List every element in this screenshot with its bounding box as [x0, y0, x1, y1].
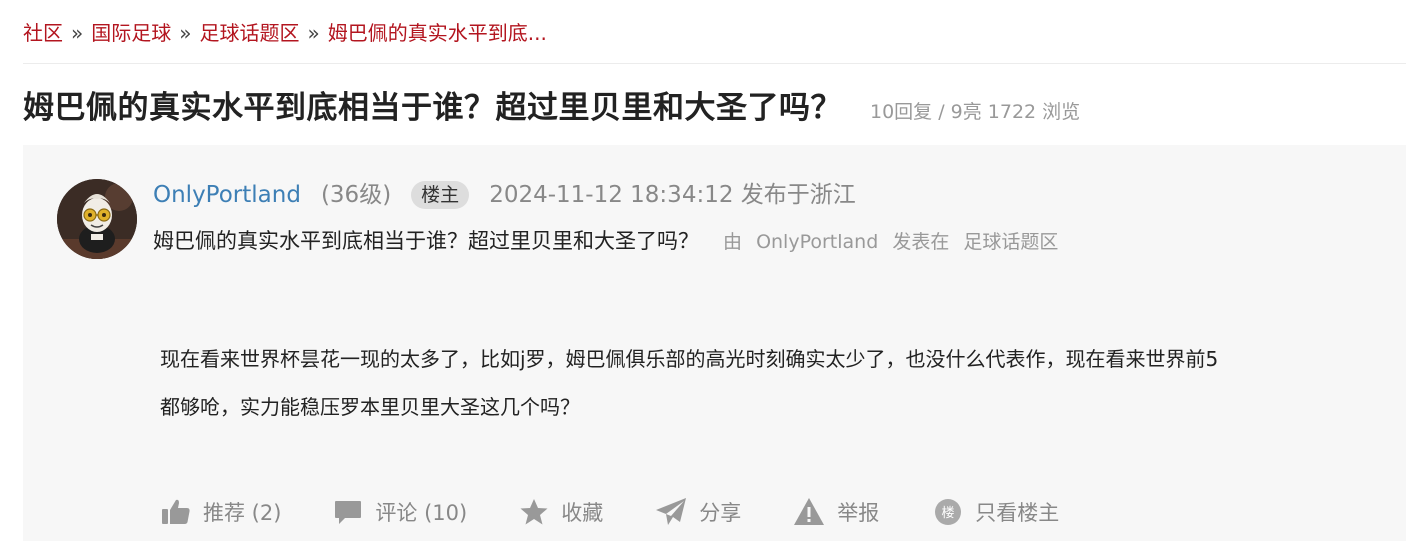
breadcrumb-football-topics[interactable]: 足球话题区: [200, 21, 300, 45]
header-divider: [23, 63, 1406, 64]
report-button[interactable]: 举报: [793, 497, 879, 527]
comment-label: 评论 (10): [375, 501, 468, 525]
comment-icon: [335, 501, 362, 524]
recommend-button[interactable]: 推荐 (2): [161, 497, 281, 527]
post-actions: 推荐 (2) 评论 (10) 收藏 分享 举报 楼 只看楼主: [161, 497, 1059, 527]
share-icon: [656, 498, 687, 525]
post-timestamp: 2024-11-12 18:34:12 发布于浙江: [489, 182, 856, 208]
post-body: 现在看来世界杯昙花一现的太多了，比如j罗，姆巴佩俱乐部的高光时刻确实太少了，也没…: [160, 335, 1400, 431]
share-button[interactable]: 分享: [655, 497, 741, 527]
collect-button[interactable]: 收藏: [519, 497, 603, 527]
breadcrumb-separator: »: [71, 21, 84, 45]
only-op-icon-text: 楼: [942, 506, 955, 521]
collect-label: 收藏: [561, 501, 604, 525]
thumbs-up-icon: [162, 499, 190, 524]
post-body-line: 现在看来世界杯昙花一现的太多了，比如j罗，姆巴佩俱乐部的高光时刻确实太少了，也没…: [160, 347, 1219, 371]
post-meta: OnlyPortland (36级) 楼主 2024-11-12 18:34:1…: [153, 179, 856, 211]
breadcrumb-community[interactable]: 社区: [23, 21, 63, 45]
posted-by-author[interactable]: OnlyPortland: [756, 231, 878, 253]
share-label: 分享: [699, 501, 742, 525]
post-body-line: 都够呛，实力能稳压罗本里贝里大圣这几个吗？: [160, 395, 580, 419]
breadcrumb-current-thread[interactable]: 姆巴佩的真实水平到底...: [328, 21, 547, 45]
recommend-label: 推荐 (2): [203, 501, 282, 525]
report-label: 举报: [837, 501, 880, 525]
posted-by-label: 由: [723, 231, 743, 253]
only-op-button[interactable]: 楼 只看楼主: [933, 497, 1059, 527]
only-op-label: 只看楼主: [975, 501, 1060, 525]
warning-icon: [794, 498, 825, 525]
thread-header: 姆巴佩的真实水平到底相当于谁？超过里贝里和大圣了吗？ 10回复 / 9亮 172…: [23, 82, 1080, 127]
post-source-info: 由 OnlyPortland 发表在 足球话题区: [723, 227, 1058, 254]
main-post: OnlyPortland (36级) 楼主 2024-11-12 18:34:1…: [23, 145, 1406, 541]
only-op-icon: 楼: [935, 499, 962, 525]
author-level: (36级): [320, 182, 392, 208]
breadcrumb-separator: »: [307, 21, 320, 45]
author-username[interactable]: OnlyPortland: [153, 179, 301, 211]
breadcrumb-intl-football[interactable]: 国际足球: [91, 21, 171, 45]
posted-in-label: 发表在: [892, 231, 950, 253]
post-subheader: 姆巴佩的真实水平到底相当于谁？超过里贝里和大圣了吗？ 由 OnlyPortlan…: [153, 225, 1058, 255]
thread-stats: 10回复 / 9亮 1722 浏览: [870, 101, 1081, 123]
star-icon: [520, 499, 548, 525]
posted-in-forum[interactable]: 足球话题区: [963, 231, 1058, 253]
comment-button[interactable]: 评论 (10): [333, 497, 467, 527]
breadcrumb-separator: »: [179, 21, 192, 45]
breadcrumb: 社区 » 国际足球 » 足球话题区 » 姆巴佩的真实水平到底...: [23, 18, 547, 48]
post-title: 姆巴佩的真实水平到底相当于谁？超过里贝里和大圣了吗？: [153, 229, 699, 253]
avatar-image: [57, 179, 137, 259]
op-badge: 楼主: [411, 181, 470, 209]
avatar[interactable]: [57, 179, 137, 259]
thread-title: 姆巴佩的真实水平到底相当于谁？超过里贝里和大圣了吗？: [23, 90, 842, 126]
